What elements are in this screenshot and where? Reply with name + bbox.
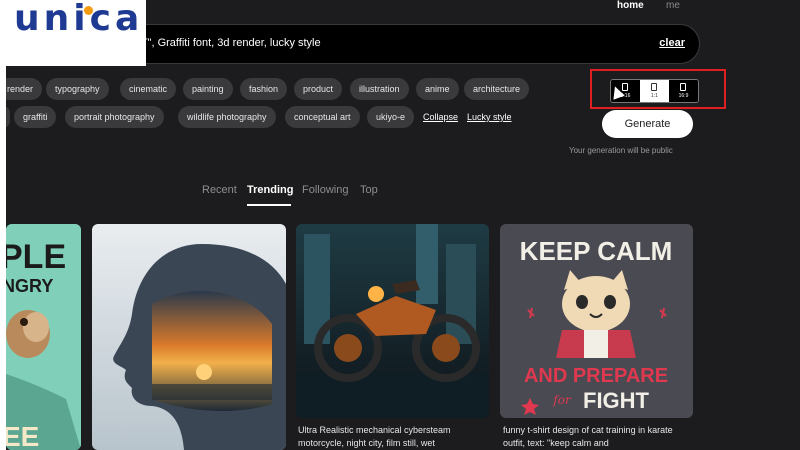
card-4-image: KEEP CALM AND PREPARE for FIGHT [500,224,693,418]
poster-word-3: EE [6,421,39,450]
chip-painting[interactable]: painting [183,78,233,100]
chip-portrait-photography[interactable]: portrait photography [65,106,164,128]
prompt-input[interactable]: VMKT", Graffiti font, 3d render, lucky s… [96,24,700,64]
poster-fight: FIGHT [583,388,650,413]
gallery-card-3[interactable] [296,224,489,418]
ratio-label: 1:1 [651,93,658,99]
card-1-image: PLE NGRY EE [6,224,81,450]
chip-architecture[interactable]: architecture [464,78,530,100]
chip-cut-off[interactable] [6,106,10,128]
poster-word-1: PLE [6,238,66,276]
tab-trending[interactable]: Trending [247,184,293,196]
collapse-link[interactable]: Collapse [423,112,458,122]
card-2-image [92,224,286,450]
card-4-caption: funny t-shirt design of cat training in … [503,425,673,448]
square-ratio-icon [651,83,657,91]
gallery-card-4[interactable]: KEEP CALM AND PREPARE for FIGHT [500,224,693,418]
gallery-card-1[interactable]: PLE NGRY EE [6,224,81,450]
lucky-style-link[interactable]: Lucky style [467,112,512,122]
chip-anime[interactable]: anime [416,78,459,100]
chip-render[interactable]: render [6,78,43,100]
chip-wildlife-photography[interactable]: wildlife photography [178,106,276,128]
card-3-caption: Ultra Realistic mechanical cybersteam mo… [298,425,451,448]
chip-graffiti[interactable]: graffiti [14,106,57,128]
poster-word-2: NGRY [6,276,53,296]
ratio-16-9-option[interactable]: 16:9 [669,80,698,102]
nav-me[interactable]: me [666,0,680,11]
poster-and-prepare: AND PREPARE [524,365,668,387]
unica-logo: unica [6,0,146,66]
public-note: Your generation will be public [569,146,673,155]
prompt-text[interactable]: VMKT", Graffiti font, 3d render, lucky s… [117,37,321,49]
poster-for: for [552,393,572,407]
chip-typography[interactable]: typography [46,78,109,100]
ratio-1-1-option[interactable]: 1:1 [640,80,669,102]
card-3-image [296,224,489,418]
app-window: unica home me VMKT", Graffiti font, 3d r… [6,0,800,450]
chip-fashion[interactable]: fashion [240,78,288,100]
landscape-ratio-icon [680,83,686,91]
clear-button[interactable]: clear [659,37,685,49]
gallery-card-2[interactable] [92,224,286,450]
nav-home[interactable]: home [617,0,644,11]
active-tab-indicator [247,204,291,206]
chip-conceptual-art[interactable]: conceptual art [285,106,360,128]
aspect-ratio-highlight: 9:16 1:1 16:9 [590,69,726,109]
poster-keep-calm: KEEP CALM [520,236,673,266]
chip-ukiyo-e[interactable]: ukiyo-e [367,106,415,128]
logo-dot [84,6,93,15]
ratio-label: 16:9 [678,93,689,99]
generate-button[interactable]: Generate [602,110,693,138]
chip-cinematic[interactable]: cinematic [120,78,177,100]
logo-text: unica [14,0,144,39]
tab-following[interactable]: Following [302,184,348,196]
tab-recent[interactable]: Recent [202,184,237,196]
chip-product[interactable]: product [294,78,343,100]
tab-top[interactable]: Top [360,184,378,196]
chip-illustration[interactable]: illustration [350,78,409,100]
